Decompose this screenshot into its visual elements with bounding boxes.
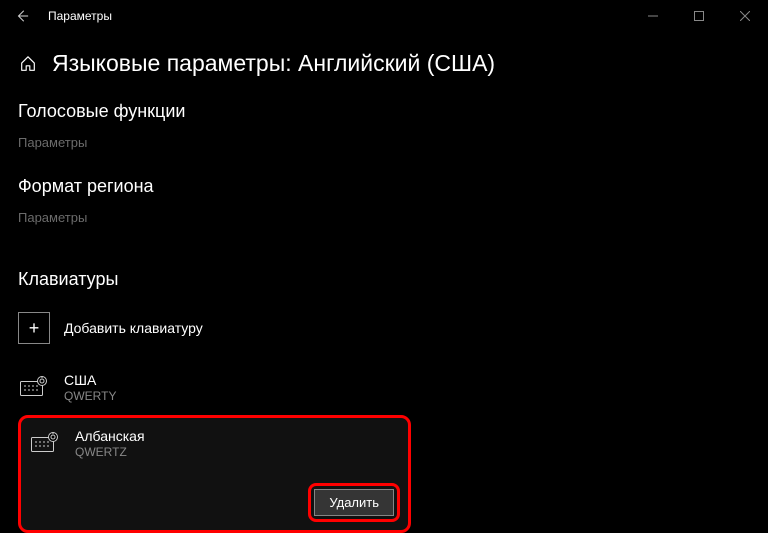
keyboards-heading: Клавиатуры — [18, 269, 750, 290]
page-header: Языковые параметры: Английский (США) — [18, 50, 750, 77]
region-settings-link[interactable]: Параметры — [18, 210, 87, 225]
keyboard-icon — [29, 432, 61, 454]
region-heading: Формат региона — [18, 176, 750, 197]
arrow-left-icon — [15, 9, 29, 23]
voice-heading: Голосовые функции — [18, 101, 750, 122]
home-icon[interactable] — [18, 54, 38, 74]
add-keyboard-button[interactable]: + Добавить клавиатуру — [18, 312, 750, 344]
delete-button[interactable]: Удалить — [314, 489, 394, 516]
voice-settings-link[interactable]: Параметры — [18, 135, 87, 150]
delete-row: Удалить — [29, 483, 400, 522]
back-button[interactable] — [10, 4, 34, 28]
add-keyboard-label: Добавить клавиатуру — [64, 320, 203, 336]
plus-icon: + — [18, 312, 50, 344]
minimize-button[interactable] — [630, 0, 676, 32]
keyboard-layout: QWERTZ — [75, 445, 145, 459]
keyboard-name: Албанская — [75, 428, 145, 445]
minimize-icon — [648, 11, 658, 21]
keyboard-item-selected-panel: Албанская QWERTZ Удалить — [18, 415, 411, 533]
keyboard-item-albanian[interactable]: Албанская QWERTZ — [29, 428, 400, 459]
window-title: Параметры — [48, 9, 112, 23]
delete-highlight: Удалить — [308, 483, 400, 522]
page-title: Языковые параметры: Английский (США) — [52, 50, 495, 77]
titlebar: Параметры — [0, 0, 768, 32]
keyboard-item-usa[interactable]: США QWERTY — [18, 366, 750, 409]
keyboard-name: США — [64, 372, 116, 389]
content: Языковые параметры: Английский (США) Гол… — [0, 32, 768, 533]
window-controls — [630, 0, 768, 32]
maximize-button[interactable] — [676, 0, 722, 32]
close-button[interactable] — [722, 0, 768, 32]
keyboard-icon — [18, 376, 50, 398]
close-icon — [740, 11, 750, 21]
keyboard-layout: QWERTY — [64, 389, 116, 403]
keyboard-text: Албанская QWERTZ — [75, 428, 145, 459]
keyboard-text: США QWERTY — [64, 372, 116, 403]
maximize-icon — [694, 11, 704, 21]
